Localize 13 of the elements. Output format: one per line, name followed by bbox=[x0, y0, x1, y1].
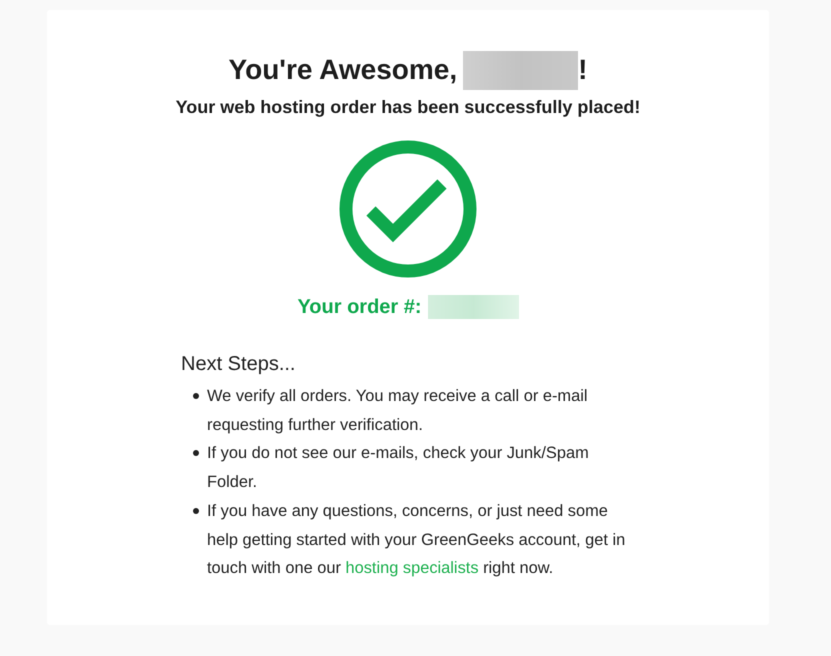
exclamation-mark: ! bbox=[578, 53, 588, 87]
check-circle-icon bbox=[339, 140, 477, 278]
order-number-label: Your order #: bbox=[297, 295, 422, 320]
specialists-link[interactable]: hosting specialists bbox=[346, 559, 479, 578]
list-item-text: If you do not see our e-mails, check your Junk/Spam Folder. bbox=[207, 443, 590, 494]
bullet-icon bbox=[193, 508, 199, 514]
list-item-text: If you have any questions, concerns, or just need some help getting started with your GreenGeeks account, get in touch with one our hosting specialists right now. bbox=[207, 500, 626, 580]
section-heading: Next Steps... bbox=[181, 352, 296, 377]
bullet-icon bbox=[193, 393, 199, 399]
list-item-text: We verify all orders. You may receive a call or e-mail requesting further verification. bbox=[207, 386, 588, 436]
page-title: You're Awesome, bbox=[228, 53, 458, 87]
subtitle: Your web hosting order has been successfully placed! bbox=[176, 96, 640, 119]
bullet-icon bbox=[193, 450, 199, 456]
